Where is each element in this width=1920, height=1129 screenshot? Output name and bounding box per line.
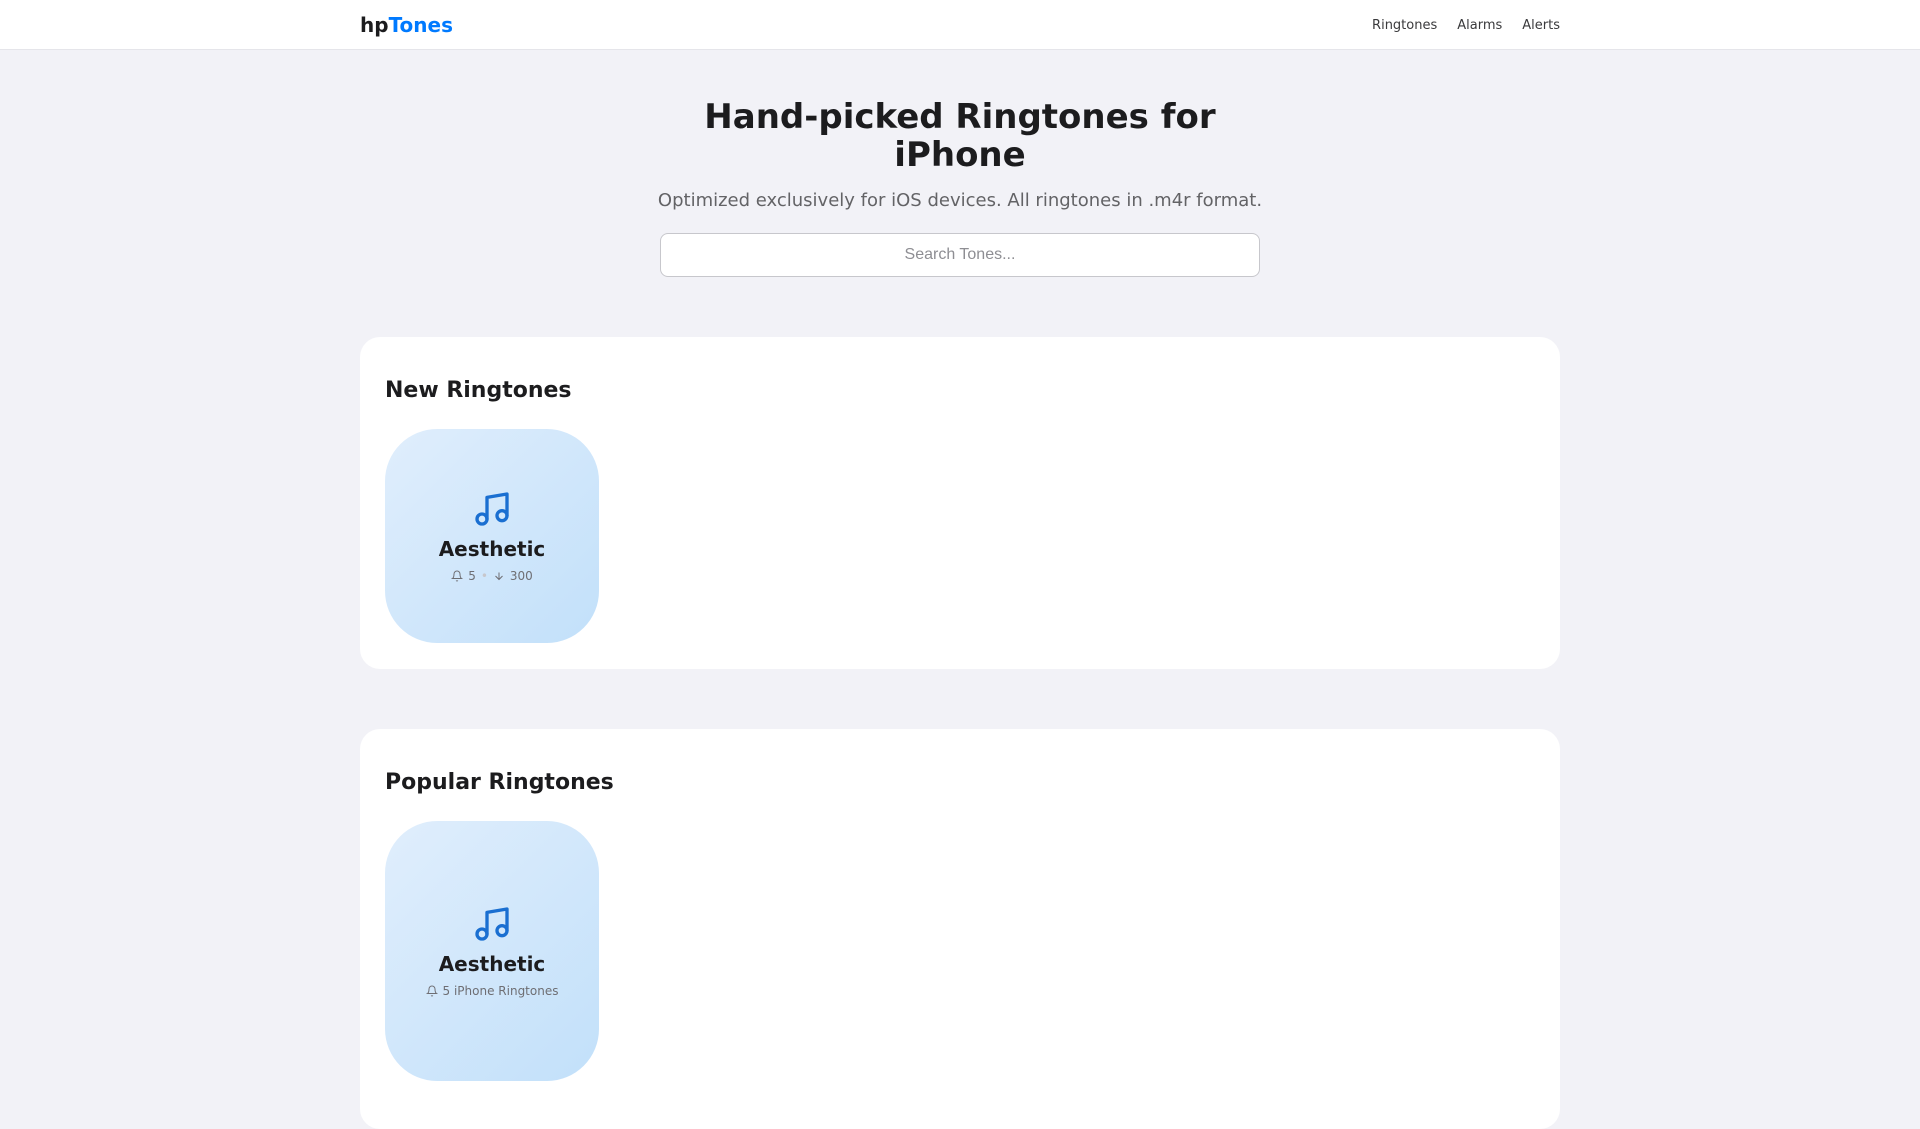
bell-icon: [425, 985, 438, 997]
tone-count: 5: [468, 569, 476, 583]
page-subtitle: Optimized exclusively for iOS devices. A…: [657, 190, 1263, 211]
nav-link-alerts[interactable]: Alerts: [1522, 18, 1560, 33]
music-note-icon: [475, 492, 509, 526]
music-note-icon: [475, 907, 509, 941]
logo[interactable]: hpTones: [360, 13, 453, 37]
section-title: Popular Ringtones: [385, 770, 614, 795]
logo-text: hp: [360, 13, 389, 37]
new-ringtones-section: New Ringtones Aesthetic 5 • 300: [360, 337, 1560, 669]
section-title: New Ringtones: [385, 378, 572, 403]
nav-link-ringtones[interactable]: Ringtones: [1372, 18, 1437, 33]
ringtone-tile[interactable]: Aesthetic 5 • 300: [385, 429, 599, 643]
tone-count-label: 5 iPhone Ringtones: [442, 984, 559, 998]
download-count: 300: [509, 569, 533, 583]
separator-dot: •: [480, 569, 488, 583]
page-title: Hand-picked Ringtones for iPhone: [704, 97, 1216, 175]
download-arrow-icon: [495, 572, 503, 581]
search-input[interactable]: [660, 233, 1260, 277]
tile-name: Aesthetic: [438, 537, 546, 561]
logo-accent-text: Tones: [388, 13, 453, 37]
popular-ringtones-section: Popular Ringtones Aesthetic 5 iPhone Rin…: [360, 729, 1560, 1129]
navbar: hpTones Ringtones Alarms Alerts: [0, 0, 1920, 50]
nav-link-alarms[interactable]: Alarms: [1457, 18, 1502, 33]
ringtone-tile[interactable]: Aesthetic 5 iPhone Ringtones: [385, 821, 599, 1081]
tile-name: Aesthetic: [438, 952, 546, 976]
bell-icon: [451, 570, 464, 582]
